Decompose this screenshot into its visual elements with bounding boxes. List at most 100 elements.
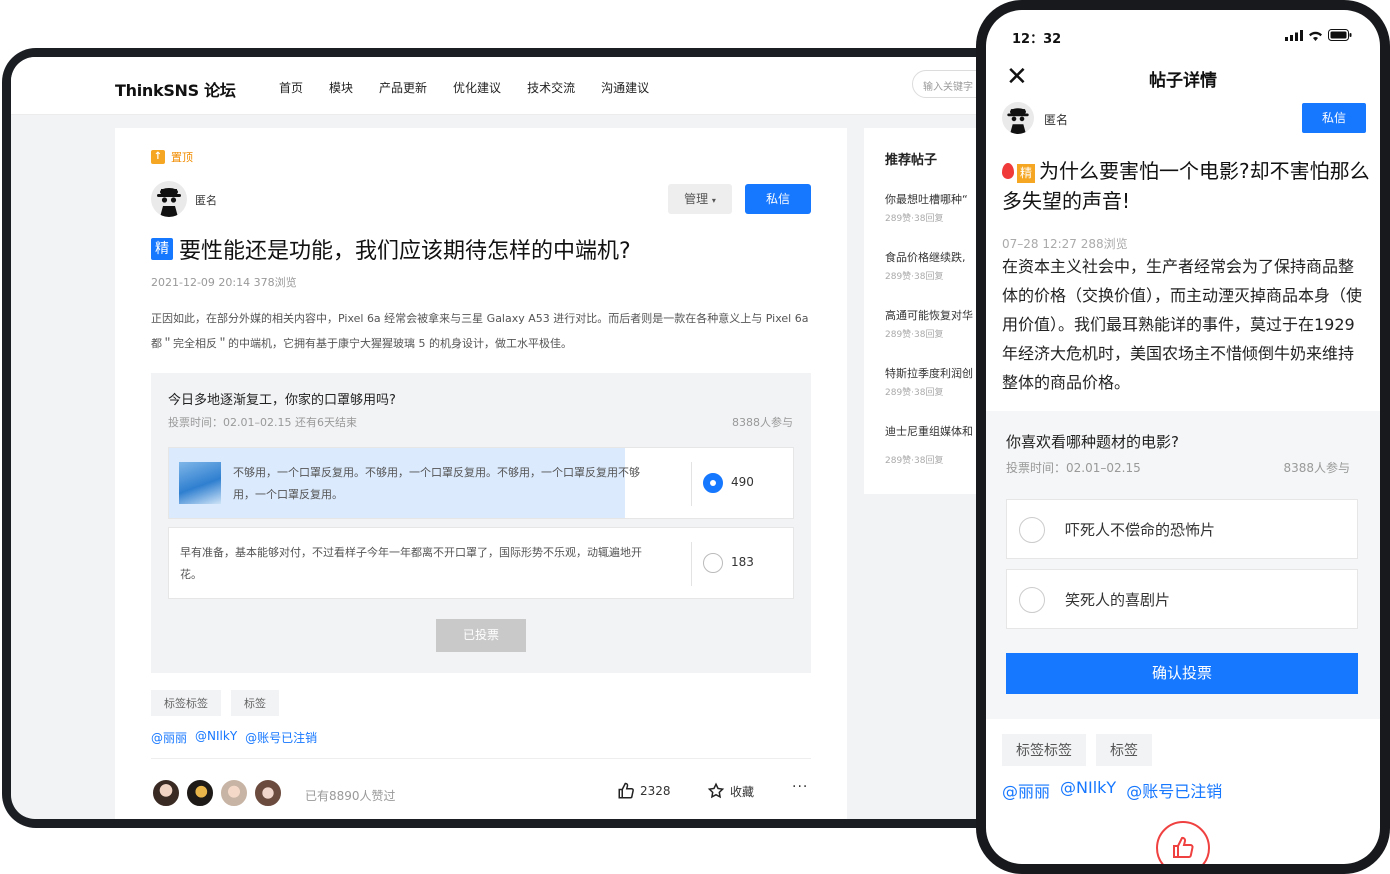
vote-option-text: 不够用，一个口罩反复用。不够用，一个口罩反复用。不够用，一个口罩反复用不够用，一… <box>233 466 640 501</box>
voted-button[interactable]: 已投票 <box>436 619 526 652</box>
vote-option[interactable]: 笑死人的喜剧片 <box>1006 569 1358 629</box>
recommended-title: 推荐帖子 <box>885 153 938 168</box>
vote-option-text: 吓死人不偿命的恐怖片 <box>1065 521 1216 539</box>
logo-suffix: 论坛 <box>204 81 236 100</box>
mention-list: @丽丽 @NIlkY @账号已注销 <box>1002 778 1222 802</box>
vote-time: 投票时间：02.01–02.15 还有6天结束 <box>168 416 357 429</box>
favorite-label: 收藏 <box>730 784 755 799</box>
radio-icon[interactable] <box>1019 517 1045 543</box>
manage-button[interactable]: 管理 ▾ <box>668 184 732 214</box>
vote-participants: 8388人参与 <box>1283 461 1350 475</box>
manage-label: 管理 <box>684 192 709 206</box>
post-title-text: 要性能还是功能，我们应该期待怎样的中端机? <box>179 239 631 264</box>
like-button[interactable]: 2328 <box>617 782 671 800</box>
post-body: 在资本主义社会中，生产者经常会为了保持商品整体的价格（交换价值），而主动湮灭掉商… <box>1002 257 1363 392</box>
mention-link[interactable]: @账号已注销 <box>1126 778 1222 802</box>
logo[interactable]: ThinkSNS 论坛 <box>115 77 236 101</box>
avatar[interactable] <box>151 778 181 808</box>
radio-icon[interactable] <box>1019 587 1045 613</box>
post-title-text: 为什么要害怕一个电影?却不害怕那么多失望的声音! <box>1002 159 1370 213</box>
thumbs-up-icon <box>618 782 634 799</box>
mention-list: @丽丽 @NIlkY @账号已注销 <box>151 729 317 746</box>
top-navigation: ThinkSNS 论坛 首页 模块 产品更新 优化建议 技术交流 沟通建议 输入… <box>11 57 1013 115</box>
status-time: 12：32 <box>1012 32 1062 47</box>
vote-option[interactable]: 吓死人不偿命的恐怖片 <box>1006 499 1358 559</box>
tag[interactable]: 标签标签 <box>1002 734 1086 766</box>
desktop-device-frame: ThinkSNS 论坛 首页 模块 产品更新 优化建议 技术交流 沟通建议 输入… <box>2 48 1022 828</box>
vote-option-text: 早有准备，基本能够对付，不过看样子今年一年都离不开口罩了，国际形势不乐观，动辄遍… <box>180 546 642 581</box>
status-icons <box>1285 29 1352 41</box>
vote-option-text: 笑死人的喜剧片 <box>1065 591 1171 609</box>
page-title: 帖子详情 <box>1149 71 1217 91</box>
caret-down-icon: ▾ <box>711 196 716 205</box>
phone-device-frame: 12：32 ✕ 帖子详情 匿名 私信 精为什么要害怕一个电影?却不害怕那么多失望… <box>976 0 1390 874</box>
nav-item-home[interactable]: 首页 <box>279 79 303 96</box>
author-name[interactable]: 匿名 <box>1044 111 1068 128</box>
like-button[interactable] <box>1156 821 1210 864</box>
avatar[interactable] <box>219 778 249 808</box>
nav-item-modules[interactable]: 模块 <box>329 79 353 96</box>
fire-icon <box>1002 163 1014 179</box>
mention-link[interactable]: @丽丽 <box>151 729 187 746</box>
featured-badge: 精 <box>1017 164 1035 183</box>
vote-panel: 你喜欢看哪种题材的电影? 投票时间：02.01–02.15 8388人参与 吓死… <box>986 411 1380 719</box>
anonymous-avatar[interactable] <box>1002 102 1034 134</box>
like-count: 2328 <box>640 784 671 798</box>
battery-icon <box>1328 29 1352 41</box>
thumbs-up-icon <box>1173 836 1194 858</box>
vote-option[interactable]: 早有准备，基本能够对付，不过看样子今年一年都离不开口罩了，国际形势不乐观，动辄遍… <box>168 527 794 599</box>
tag[interactable]: 标签 <box>1096 734 1152 766</box>
vote-option[interactable]: 不够用，一个口罩反复用。不够用，一个口罩反复用。不够用，一个口罩反复用不够用，一… <box>168 447 794 519</box>
wifi-icon <box>1309 31 1322 41</box>
pin-icon: ↑ <box>151 150 165 164</box>
private-message-button[interactable]: 私信 <box>1302 103 1366 133</box>
post-body: 正因如此，在部分外媒的相关内容中，Pixel 6a 经常会被拿来与三星 Gala… <box>151 312 809 350</box>
signal-icon <box>1285 30 1303 41</box>
post-meta: 07–28 12:27 288浏览 <box>1002 237 1128 251</box>
nav-links: 首页 模块 产品更新 优化建议 技术交流 沟通建议 <box>279 79 675 96</box>
confirm-vote-button[interactable]: 确认投票 <box>1006 653 1358 694</box>
avatar[interactable] <box>185 778 215 808</box>
more-icon[interactable]: ··· <box>792 779 808 795</box>
nav-item-suggestions[interactable]: 优化建议 <box>453 79 501 96</box>
mention-link[interactable]: @NIlkY <box>195 729 237 746</box>
mention-link[interactable]: @丽丽 <box>1002 778 1050 802</box>
tag[interactable]: 标签 <box>231 690 279 716</box>
mention-link[interactable]: @账号已注销 <box>245 729 317 746</box>
nav-item-product-updates[interactable]: 产品更新 <box>379 79 427 96</box>
post-title: 精 要性能还是功能，我们应该期待怎样的中端机? <box>151 233 631 265</box>
divider <box>151 758 811 759</box>
mention-link[interactable]: @NIlkY <box>1060 778 1116 802</box>
divider <box>691 462 692 506</box>
vote-option-count: 490 <box>731 475 754 489</box>
option-image <box>179 462 221 504</box>
logo-brand: ThinkSNS <box>115 81 199 100</box>
liker-avatars <box>151 778 283 808</box>
post-title: 精为什么要害怕一个电影?却不害怕那么多失望的声音! <box>1002 156 1370 216</box>
vote-panel: 今日多地逐渐复工，你家的口罩够用吗? 投票时间：02.01–02.15 还有6天… <box>151 373 811 673</box>
vote-question: 你喜欢看哪种题材的电影? <box>1006 433 1179 451</box>
pinned-badge: ↑ 置顶 <box>151 149 193 165</box>
nav-item-tech[interactable]: 技术交流 <box>527 79 575 96</box>
vote-option-count: 183 <box>731 555 754 569</box>
phone-screen: 12：32 ✕ 帖子详情 匿名 私信 精为什么要害怕一个电影?却不害怕那么多失望… <box>986 10 1380 864</box>
tag[interactable]: 标签标签 <box>151 690 221 716</box>
private-message-button[interactable]: 私信 <box>745 184 811 214</box>
likers-count-text: 已有8890人赞过 <box>305 789 396 803</box>
avatar[interactable] <box>253 778 283 808</box>
divider <box>691 542 692 586</box>
vote-question: 今日多地逐渐复工，你家的口罩够用吗? <box>168 393 396 408</box>
radio-selected-icon[interactable] <box>703 473 723 493</box>
tag-list: 标签标签 标签 <box>151 690 279 716</box>
post-card: ↑ 置顶 匿名 管理 ▾ 私信 精 要性能还是功能，我们应该期待怎样的中端机? <box>115 128 847 819</box>
radio-icon[interactable] <box>703 553 723 573</box>
nav-item-communication[interactable]: 沟通建议 <box>601 79 649 96</box>
featured-badge: 精 <box>151 238 173 260</box>
author-name[interactable]: 匿名 <box>195 192 217 208</box>
pinned-label: 置顶 <box>171 151 193 164</box>
star-icon <box>707 782 725 799</box>
anonymous-avatar[interactable] <box>151 181 187 217</box>
vote-participants: 8388人参与 <box>732 416 793 429</box>
post-meta: 2021-12-09 20:14 378浏览 <box>151 276 297 289</box>
favorite-button[interactable]: 收藏 <box>707 782 754 800</box>
